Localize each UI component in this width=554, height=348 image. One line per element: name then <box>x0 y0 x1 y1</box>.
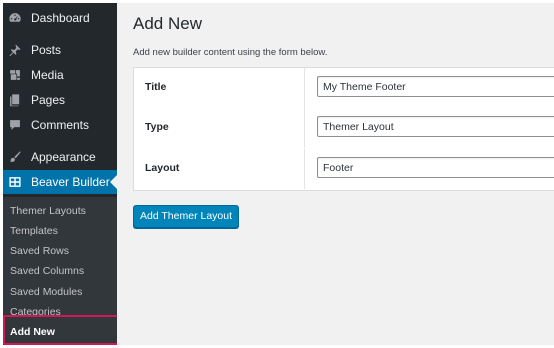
title-label: Title <box>145 81 167 93</box>
form-row-layout: Layout Footer <box>134 149 554 189</box>
sidebar-item-label: Comments <box>31 118 90 132</box>
add-new-highlight-box <box>3 315 121 345</box>
layout-select[interactable]: Footer <box>317 157 554 178</box>
pages-icon <box>8 93 22 107</box>
form-row-title: Title My Theme Footer <box>134 68 554 108</box>
title-cell: My Theme Footer <box>304 68 554 108</box>
sidebar-item-pages[interactable]: Pages <box>3 88 117 112</box>
screenshot-frame: Dashboard Posts Media Pages Comments App… <box>0 0 554 348</box>
add-themer-layout-button[interactable]: Add Themer Layout <box>133 205 239 228</box>
type-select[interactable]: Themer Layout <box>317 116 554 137</box>
layout-label: Layout <box>145 162 180 174</box>
sidebar-item-appearance[interactable]: Appearance <box>3 145 117 169</box>
sidebar-item-label: Beaver Builder <box>31 175 110 189</box>
submenu-item-saved-rows[interactable]: Saved Rows <box>10 245 69 257</box>
add-new-form-table: Title My Theme Footer Type Themer Layout… <box>133 67 554 191</box>
sidebar-item-label: Appearance <box>31 150 96 164</box>
submenu-item-templates[interactable]: Templates <box>10 225 58 237</box>
brush-icon <box>8 150 22 164</box>
type-label: Type <box>145 121 169 133</box>
comment-icon <box>8 118 22 132</box>
title-input[interactable]: My Theme Footer <box>317 76 554 97</box>
grid-icon <box>8 175 22 189</box>
pin-icon <box>8 43 22 57</box>
sidebar-item-label: Posts <box>31 43 62 57</box>
layout-cell: Footer <box>304 149 554 189</box>
form-row-type: Type Themer Layout <box>134 108 554 148</box>
sidebar-item-comments[interactable]: Comments <box>3 113 117 137</box>
sidebar-item-posts[interactable]: Posts <box>3 38 117 62</box>
dashboard-icon <box>8 11 22 25</box>
sidebar-item-label: Pages <box>31 93 66 107</box>
sidebar-item-label: Dashboard <box>31 11 90 25</box>
submenu-item-saved-columns[interactable]: Saved Columns <box>10 265 84 277</box>
type-cell: Themer Layout <box>304 108 554 148</box>
media-icon <box>8 68 22 82</box>
submenu-item-themer-layouts[interactable]: Themer Layouts <box>10 205 86 217</box>
main-content: Add New Add new builder content using th… <box>117 3 554 345</box>
sidebar-item-dashboard[interactable]: Dashboard <box>3 6 117 30</box>
admin-sidebar: Dashboard Posts Media Pages Comments App… <box>3 3 118 345</box>
sidebar-item-media[interactable]: Media <box>3 63 117 87</box>
submenu-item-saved-modules[interactable]: Saved Modules <box>10 286 82 298</box>
page-description: Add new builder content using the form b… <box>133 47 328 58</box>
page-title: Add New <box>133 14 202 33</box>
sidebar-item-label: Media <box>31 68 64 82</box>
sidebar-item-beaver-builder[interactable]: Beaver Builder <box>3 170 118 194</box>
